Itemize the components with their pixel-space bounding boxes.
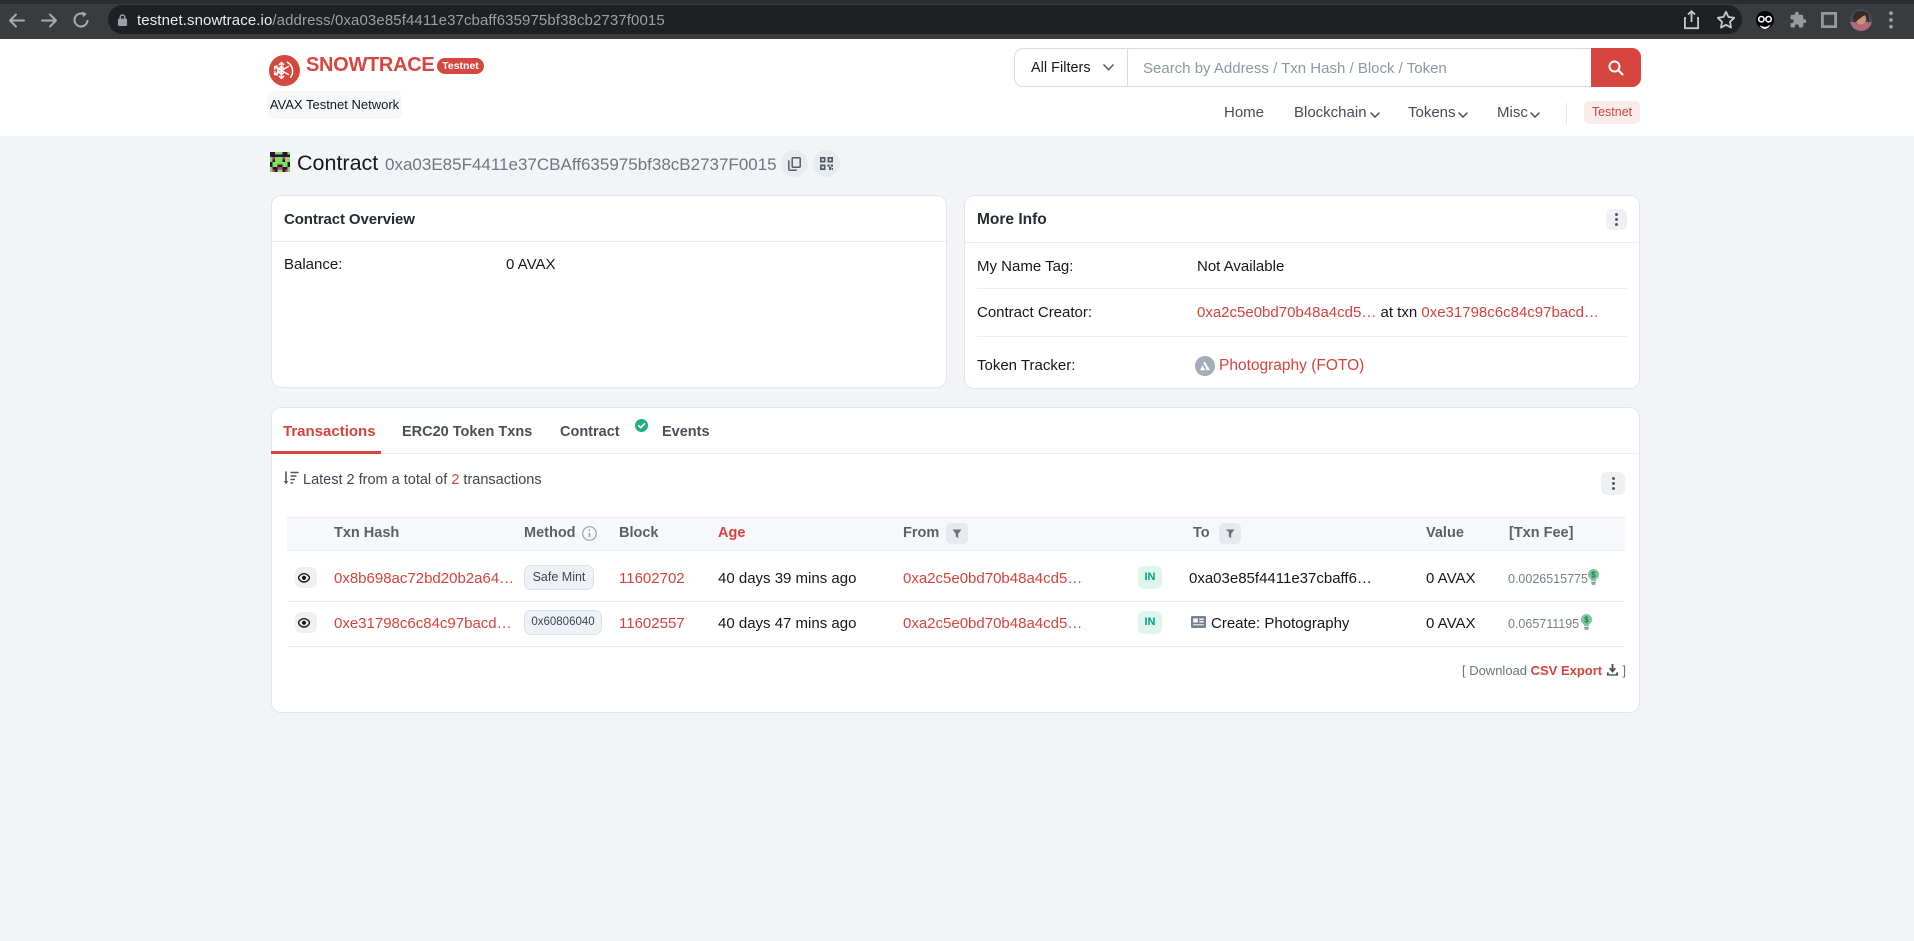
svg-text:$: $ xyxy=(1584,616,1589,625)
svg-text:$: $ xyxy=(1591,571,1596,580)
